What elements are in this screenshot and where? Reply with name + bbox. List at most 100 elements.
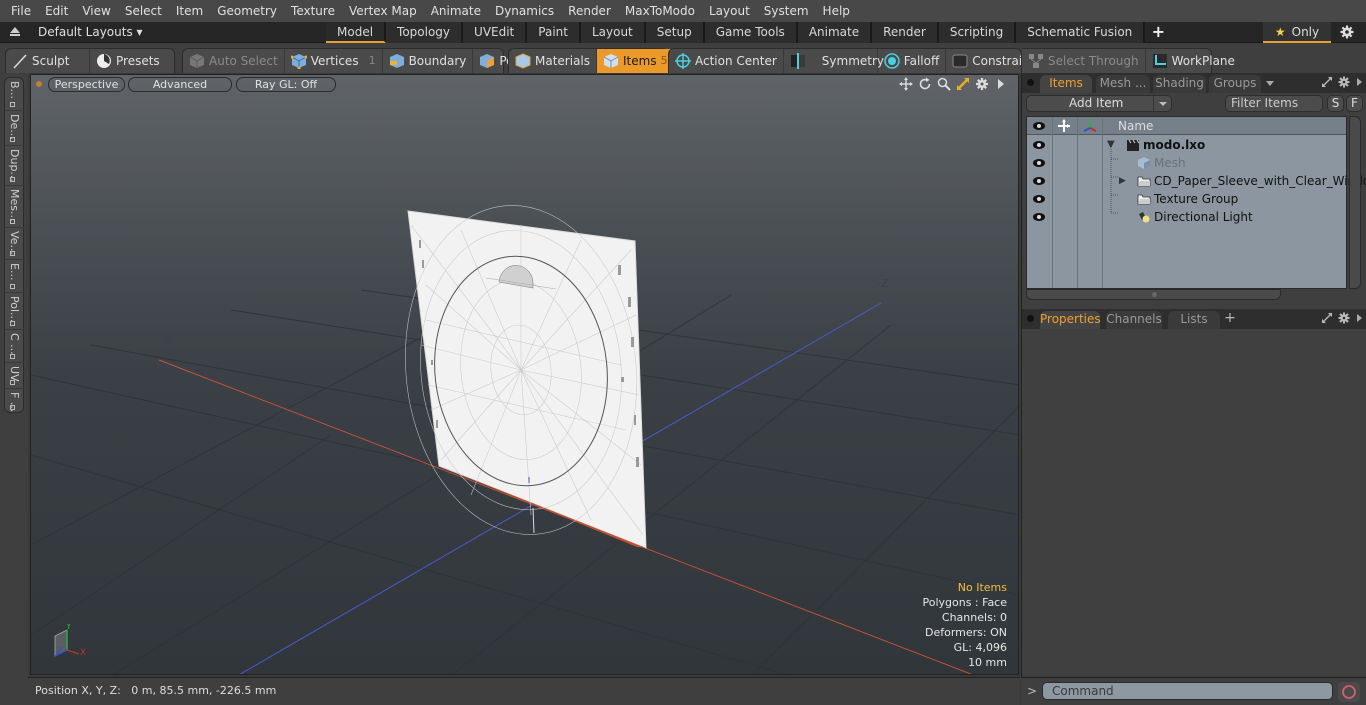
panel-expand-arrow-icon[interactable] (1355, 76, 1363, 88)
item-list-vertical-scrollbar[interactable] (1349, 116, 1361, 289)
panel-gear-icon[interactable] (1338, 312, 1350, 324)
add-panel-tab-button[interactable]: + (1222, 310, 1238, 326)
left-tab-vertex[interactable]: Ve... (5, 228, 25, 260)
left-tab-mesh-edit[interactable]: Mes... (5, 186, 25, 228)
workplane-button[interactable]: WorkPlane (1146, 49, 1241, 73)
tab-animate[interactable]: Animate (797, 22, 873, 43)
zoom-magnifier-icon[interactable] (937, 77, 951, 91)
render-axis-icon[interactable] (1083, 119, 1097, 133)
falloff-button[interactable]: Falloff (878, 49, 947, 73)
panel-menu-dot[interactable] (1027, 315, 1034, 322)
left-tab-curve[interactable]: C ... (5, 330, 25, 363)
item-row-directional-light[interactable]: Directional Light (1027, 208, 1346, 226)
left-tab-fusion[interactable]: F ... (5, 389, 25, 413)
view-mode-button[interactable]: Perspective (48, 77, 125, 92)
visibility-eye-icon[interactable] (1032, 157, 1046, 169)
left-tab-deform[interactable]: De... (5, 111, 25, 146)
menu-select[interactable]: Select (118, 0, 169, 22)
menu-file[interactable]: File (4, 0, 38, 22)
viewport-expand-arrow-icon[interactable] (994, 77, 1008, 91)
viewport-gear-icon[interactable] (975, 77, 989, 91)
menu-render[interactable]: Render (561, 0, 618, 22)
visibility-eye-icon[interactable] (1032, 139, 1046, 151)
tab-properties[interactable]: Properties (1040, 311, 1101, 329)
action-center-button[interactable]: Action Center (669, 49, 784, 73)
tab-shading[interactable]: Shading (1153, 75, 1206, 93)
item-row-modo-lxo[interactable]: ▼ modo.lxo (1027, 136, 1346, 154)
vertices-button[interactable]: Vertices 1 (285, 49, 383, 73)
tab-paint[interactable]: Paint (527, 22, 581, 43)
menu-edit[interactable]: Edit (38, 0, 75, 22)
tabs-dropdown-icon[interactable] (1265, 78, 1275, 88)
expand-toggle[interactable]: ▶ (1119, 172, 1126, 190)
visibility-eye-icon[interactable] (1032, 120, 1046, 132)
add-item-button[interactable]: Add Item (1026, 95, 1172, 112)
maximize-panel-icon[interactable] (1321, 76, 1333, 88)
item-list-horizontal-scrollbar[interactable] (1026, 289, 1281, 300)
cd-sleeve-mesh[interactable] (389, 194, 652, 549)
name-column-header[interactable]: Name (1118, 117, 1153, 135)
default-layouts-dropdown[interactable]: Default Layouts ▾ (38, 22, 143, 43)
collapse-up-icon[interactable] (9, 26, 21, 38)
menu-vertex-map[interactable]: Vertex Map (342, 0, 424, 22)
tab-game-tools[interactable]: Game Tools (704, 22, 798, 43)
auto-select-button[interactable]: Auto Select (183, 49, 285, 73)
left-tab-uv[interactable]: UV (5, 363, 25, 389)
tab-items[interactable]: Items (1040, 75, 1092, 93)
visibility-eye-icon[interactable] (1032, 211, 1046, 223)
panel-expand-arrow-icon[interactable] (1355, 312, 1363, 324)
left-tab-duplicate[interactable]: Dup... (5, 146, 25, 186)
symmetry-button[interactable]: Symmetry (784, 49, 884, 73)
item-row-texture-group[interactable]: Texture Group (1027, 190, 1346, 208)
tab-model[interactable]: Model (326, 22, 387, 43)
menu-item[interactable]: Item (169, 0, 210, 22)
tab-schematic-fusion[interactable]: Schematic Fusion (1016, 22, 1146, 43)
menu-animate[interactable]: Animate (424, 0, 488, 22)
tab-groups[interactable]: Groups (1209, 75, 1261, 93)
left-tab-basic[interactable]: B... (5, 78, 25, 111)
sculpt-button[interactable]: Sculpt (6, 49, 90, 73)
filter-items-input[interactable]: Filter Items (1225, 95, 1323, 112)
collapse-toggle[interactable]: ▼ (1107, 136, 1115, 154)
fit-view-icon[interactable] (956, 77, 970, 91)
tab-layout[interactable]: Layout (580, 22, 646, 43)
item-row-mesh[interactable]: Mesh (1027, 154, 1346, 172)
pan-move-icon[interactable] (899, 77, 913, 91)
visibility-eye-icon[interactable] (1032, 193, 1046, 205)
tab-lists[interactable]: Lists (1168, 311, 1220, 329)
lock-transform-icon[interactable] (1057, 119, 1071, 133)
panel-menu-dot[interactable] (1027, 79, 1034, 86)
menu-layout[interactable]: Layout (702, 0, 757, 22)
gear-icon[interactable] (1340, 25, 1354, 39)
record-macro-button[interactable] (1338, 682, 1360, 702)
tab-topology[interactable]: Topology (386, 22, 464, 43)
menu-maxtomodo[interactable]: MaxToModo (618, 0, 702, 22)
command-input[interactable]: Command (1042, 682, 1333, 700)
tab-channels[interactable]: Channels (1106, 311, 1162, 329)
presets-button[interactable]: Presets (90, 49, 166, 73)
panel-gear-icon[interactable] (1338, 76, 1350, 88)
select-through-button[interactable]: Select Through (1022, 49, 1146, 73)
rotate-icon[interactable] (918, 77, 932, 91)
menu-system[interactable]: System (757, 0, 816, 22)
menu-texture[interactable]: Texture (284, 0, 342, 22)
3d-viewport[interactable]: -X -Z Perspective Advanced Ray GL: Off Y… (30, 74, 1019, 675)
tab-uvedit[interactable]: UVEdit (463, 22, 528, 43)
menu-help[interactable]: Help (816, 0, 857, 22)
tab-render[interactable]: Render (872, 22, 939, 43)
f-filter-button[interactable]: F (1346, 95, 1363, 112)
items-button[interactable]: Items 5 (597, 49, 674, 73)
tab-mesh[interactable]: Mesh ... (1096, 75, 1150, 93)
s-filter-button[interactable]: S (1327, 95, 1344, 112)
menu-view[interactable]: View (75, 0, 117, 22)
only-toggle[interactable]: ★ Only (1263, 22, 1331, 43)
menu-dynamics[interactable]: Dynamics (488, 0, 561, 22)
visibility-eye-icon[interactable] (1032, 175, 1046, 187)
menu-geometry[interactable]: Geometry (210, 0, 284, 22)
materials-button[interactable]: Materials (509, 49, 598, 73)
left-tab-edge[interactable]: E... (5, 260, 25, 293)
left-tab-polygon[interactable]: Pol... (5, 293, 25, 330)
shading-mode-button[interactable]: Advanced (128, 77, 232, 92)
add-layout-tab-button[interactable]: + (1145, 22, 1171, 43)
tab-setup[interactable]: Setup (645, 22, 705, 43)
